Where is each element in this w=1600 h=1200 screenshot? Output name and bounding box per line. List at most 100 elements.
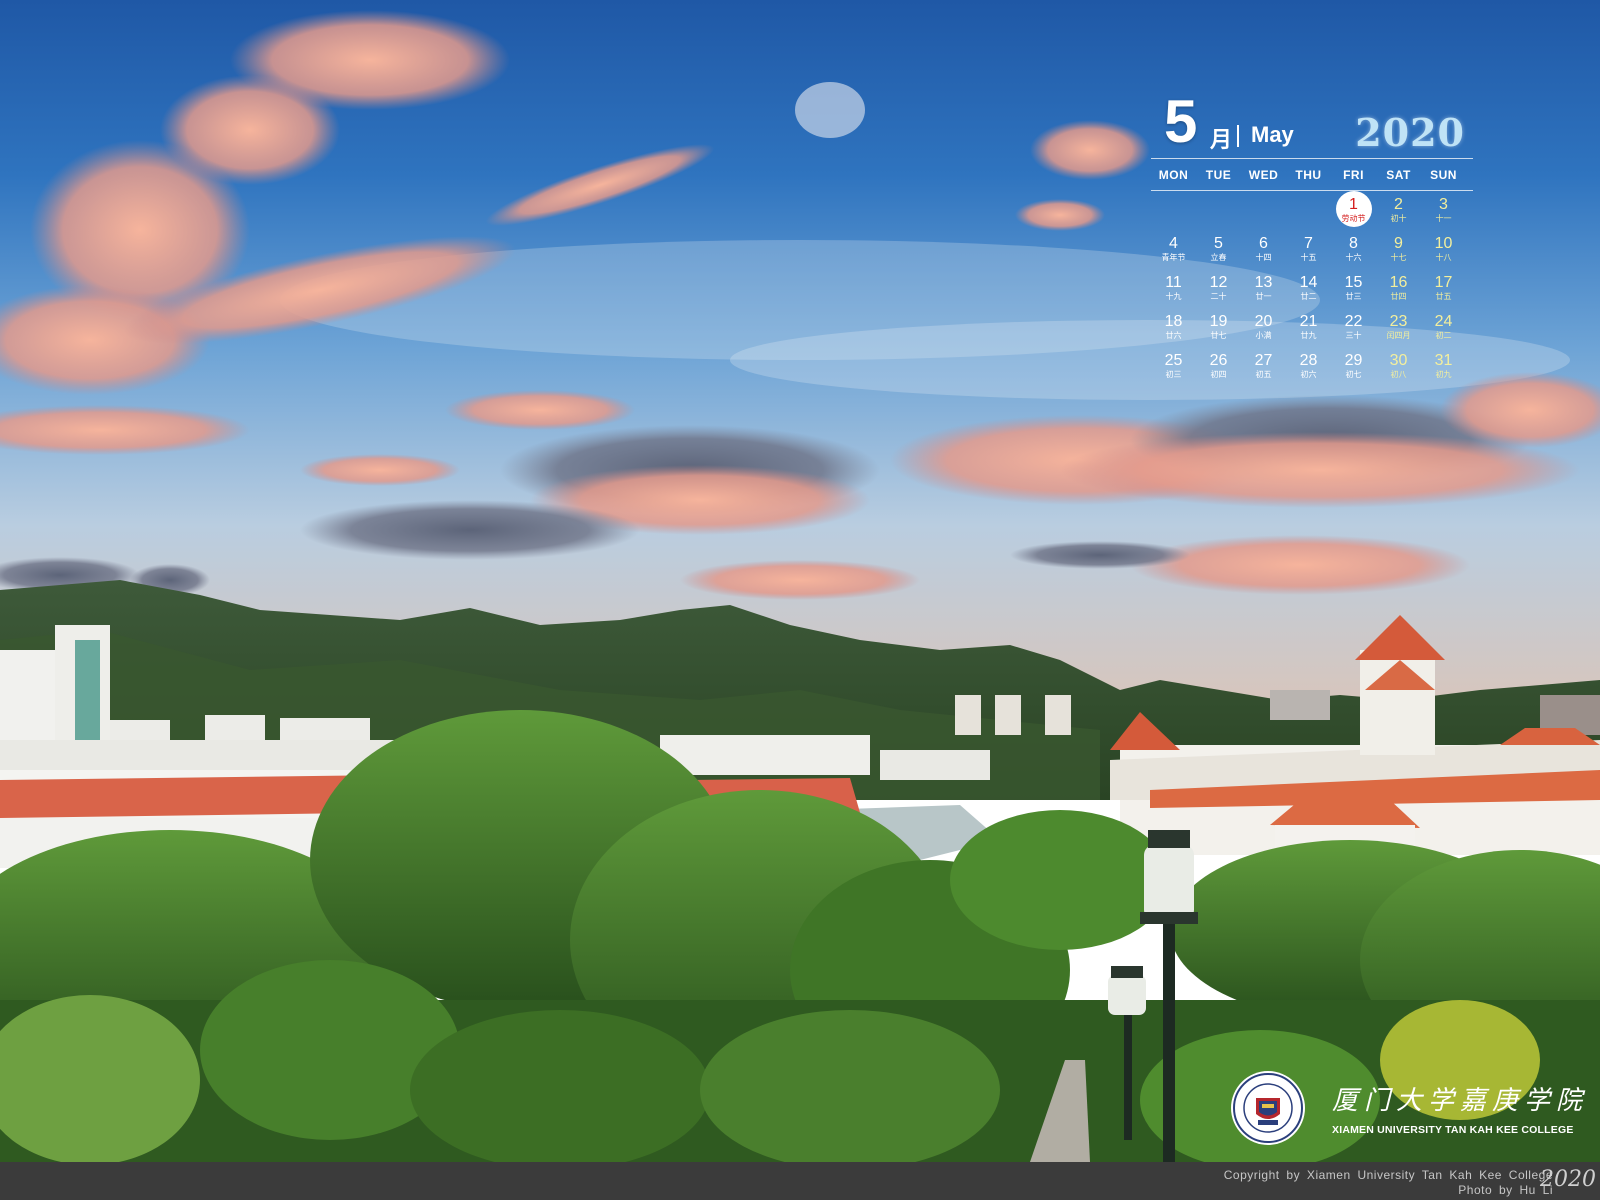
calendar-day-27: 27 初五: [1241, 347, 1286, 386]
calendar-header: 5 月 May 2020: [1151, 92, 1473, 158]
calendar-day-30: 30 初八: [1376, 347, 1421, 386]
weekday-tue: TUE: [1205, 168, 1232, 182]
college-name-en: XIAMEN UNIVERSITY TAN KAH KEE COLLEGE: [1332, 1124, 1574, 1136]
calendar-day-6: 6 十四: [1241, 230, 1286, 269]
calendar-day-7: 7 十五: [1286, 230, 1331, 269]
calendar-day-1: 1 劳动节: [1331, 191, 1376, 230]
day-number: 17: [1434, 274, 1453, 291]
lunar-label: 劳动节: [1341, 214, 1366, 223]
header-divider: [1237, 125, 1239, 147]
weekday-row: MON TUE WED THU FRI SAT SUN: [1151, 159, 1473, 190]
day-number: 28: [1299, 352, 1318, 369]
lunar-label: 初五: [1255, 370, 1272, 379]
weekday-wed: WED: [1248, 168, 1279, 182]
lunar-label: 廿六: [1165, 331, 1182, 340]
college-seal-icon: [1231, 1071, 1305, 1145]
month-calendar: 5 月 May 2020 MON TUE WED THU FRI SAT SUN…: [1151, 92, 1473, 386]
day-number: 2: [1394, 196, 1403, 213]
calendar-blank-cell: [1286, 191, 1331, 230]
lunar-label: 廿五: [1435, 292, 1452, 301]
month-cn-label: 月: [1210, 127, 1233, 152]
calendar-blank-cell: [1196, 191, 1241, 230]
day-number: 20: [1254, 313, 1273, 330]
weekday-mon: MON: [1158, 168, 1189, 182]
calendar-day-14: 14 廿二: [1286, 269, 1331, 308]
lunar-label: 三十: [1345, 331, 1362, 340]
day-number: 31: [1434, 352, 1453, 369]
day-number: 6: [1259, 235, 1268, 252]
lunar-label: 十八: [1435, 253, 1452, 262]
lunar-label: 二十: [1210, 292, 1227, 301]
calendar-day-12: 12 二十: [1196, 269, 1241, 308]
day-number: 13: [1254, 274, 1273, 291]
day-number: 30: [1389, 352, 1408, 369]
calendar-day-8: 8 十六: [1331, 230, 1376, 269]
lunar-label: 青年节: [1161, 253, 1186, 262]
calendar-blank-cell: [1241, 191, 1286, 230]
day-number: 5: [1214, 235, 1223, 252]
lunar-label: 初十: [1390, 214, 1407, 223]
day-grid: 1 劳动节 2 初十 3 十一 4 青年节 5 立春 6 十四 7 十五 8 十六 9 十七 10 十八 11 十九 12 二…: [1151, 191, 1473, 386]
calendar-day-4: 4 青年节: [1151, 230, 1196, 269]
day-number: 19: [1209, 313, 1228, 330]
day-number: 26: [1209, 352, 1228, 369]
lunar-label: 十四: [1255, 253, 1272, 262]
lunar-label: 初二: [1435, 331, 1452, 340]
lunar-label: 初四: [1210, 370, 1227, 379]
lunar-label: 小满: [1255, 331, 1272, 340]
calendar-day-13: 13 廿一: [1241, 269, 1286, 308]
day-number: 25: [1164, 352, 1183, 369]
calendar-day-20: 20 小满: [1241, 308, 1286, 347]
lunar-label: 初三: [1165, 370, 1182, 379]
calendar-day-31: 31 初九: [1421, 347, 1466, 386]
year-label: 2020: [1355, 110, 1465, 155]
day-number: 4: [1169, 235, 1178, 252]
footer-year: 2020: [1540, 1167, 1596, 1192]
lunar-label: 立春: [1210, 253, 1227, 262]
lunar-label: 初六: [1300, 370, 1317, 379]
day-number: 9: [1394, 235, 1403, 252]
college-name-cn: 厦门大学嘉庚学院: [1332, 1086, 1589, 1116]
day-number: 16: [1389, 274, 1408, 291]
calendar-day-2: 2 初十: [1376, 191, 1421, 230]
calendar-day-15: 15 廿三: [1331, 269, 1376, 308]
weekday-sat: SAT: [1386, 168, 1411, 182]
day-number: 24: [1434, 313, 1453, 330]
day-number: 11: [1165, 274, 1182, 291]
lunar-label: 十一: [1435, 214, 1452, 223]
calendar-day-3: 3 十一: [1421, 191, 1466, 230]
copyright-text: Copyright by Xiamen University Tan Kah K…: [1223, 1168, 1553, 1182]
calendar-day-29: 29 初七: [1331, 347, 1376, 386]
calendar-day-25: 25 初三: [1151, 347, 1196, 386]
lunar-label: 初八: [1390, 370, 1407, 379]
lunar-label: 廿一: [1255, 292, 1272, 301]
lunar-label: 十六: [1345, 253, 1362, 262]
calendar-day-17: 17 廿五: [1421, 269, 1466, 308]
footer-bar: Copyright by Xiamen University Tan Kah K…: [0, 1162, 1600, 1200]
calendar-blank-cell: [1151, 191, 1196, 230]
calendar-day-23: 23 闰四月: [1376, 308, 1421, 347]
calendar-day-18: 18 廿六: [1151, 308, 1196, 347]
calendar-day-9: 9 十七: [1376, 230, 1421, 269]
lunar-label: 十五: [1300, 253, 1317, 262]
day-number: 27: [1254, 352, 1273, 369]
day-number: 23: [1389, 313, 1408, 330]
lunar-label: 闰四月: [1386, 331, 1411, 340]
lunar-label: 初七: [1345, 370, 1362, 379]
day-number: 8: [1349, 235, 1358, 252]
day-number: 10: [1434, 235, 1453, 252]
month-number: 5: [1164, 88, 1198, 155]
lunar-label: 廿二: [1300, 292, 1317, 301]
calendar-day-28: 28 初六: [1286, 347, 1331, 386]
calendar-day-24: 24 初二: [1421, 308, 1466, 347]
day-number: 21: [1299, 313, 1318, 330]
lunar-label: 十七: [1390, 253, 1407, 262]
calendar-day-26: 26 初四: [1196, 347, 1241, 386]
weekday-thu: THU: [1295, 168, 1322, 182]
day-number: 1: [1349, 196, 1358, 213]
day-number: 12: [1209, 274, 1228, 291]
day-number: 14: [1299, 274, 1318, 291]
calendar-day-19: 19 廿七: [1196, 308, 1241, 347]
calendar-day-5: 5 立春: [1196, 230, 1241, 269]
lunar-label: 廿七: [1210, 331, 1227, 340]
